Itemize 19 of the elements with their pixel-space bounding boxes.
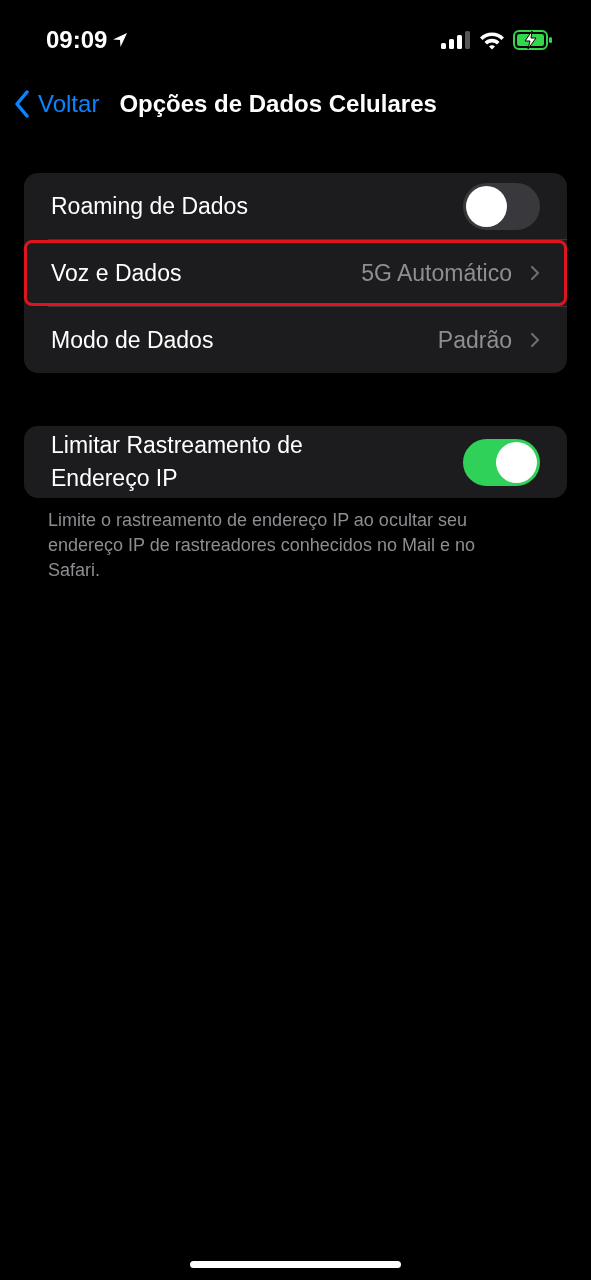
row-label: Voz e Dados bbox=[51, 258, 183, 288]
page-title: Opções de Dados Celulares bbox=[119, 90, 437, 118]
chevron-icon bbox=[530, 265, 540, 281]
row-label: Limitar Rastreamento de Endereço IP bbox=[51, 431, 304, 493]
highlighted-row[interactable]: Voz e Dados 5G Automático bbox=[24, 240, 567, 306]
back-chevron-icon bbox=[14, 90, 30, 118]
location-arrow-icon bbox=[111, 31, 130, 49]
toggle-switch[interactable] bbox=[463, 438, 540, 486]
row-value: Padrão bbox=[437, 326, 512, 354]
status-time: 09:09 bbox=[46, 26, 108, 54]
wifi-icon bbox=[479, 30, 505, 50]
row-label: Roaming de Dados bbox=[51, 191, 249, 221]
toggle-switch[interactable] bbox=[463, 182, 540, 230]
signal-icon bbox=[441, 31, 471, 49]
chevron-icon bbox=[530, 332, 540, 348]
footer-note: Limite o rastreamento de endereço IP ao ocultar seu endereço IP de rastreadores conhecidos no Mail e no Safari. bbox=[48, 509, 476, 582]
back-button[interactable]: Voltar bbox=[14, 90, 100, 118]
row-value: 5G Automático bbox=[361, 259, 512, 287]
row-label: Modo de Dados bbox=[51, 325, 215, 355]
